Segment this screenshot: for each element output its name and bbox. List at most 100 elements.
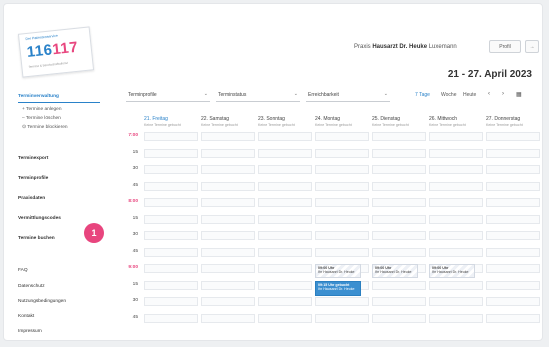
time-slot[interactable]: [429, 313, 483, 323]
time-slot[interactable]: [315, 297, 369, 306]
time-slot[interactable]: [429, 165, 483, 174]
time-slot[interactable]: [201, 313, 255, 323]
time-slot[interactable]: [201, 297, 255, 306]
sidebar-item[interactable]: Terminprofile: [18, 176, 48, 181]
sidebar-item[interactable]: Terminexport: [18, 156, 48, 161]
sidebar-item[interactable]: Impressum: [18, 329, 42, 334]
sidebar-item[interactable]: Praxisdaten: [18, 196, 45, 201]
time-slot[interactable]: [372, 165, 426, 174]
time-slot[interactable]: [201, 247, 255, 257]
day-header[interactable]: 24. Montag Keine Termine gebucht: [315, 116, 371, 127]
time-slot[interactable]: [144, 198, 198, 207]
sidebar-item[interactable]: Datenschutz: [18, 284, 45, 289]
time-slot[interactable]: [258, 313, 312, 323]
day-header[interactable]: 25. Dienstag Keine Termine gebucht: [372, 116, 428, 127]
time-slot[interactable]: [144, 313, 198, 323]
time-slot[interactable]: [429, 148, 483, 158]
sidebar-item[interactable]: + Termine anlegen: [22, 107, 62, 112]
time-slot[interactable]: [201, 264, 255, 273]
day-header[interactable]: 22. Samstag Keine Termine gebucht: [201, 116, 257, 127]
sidebar-item[interactable]: Nutzungsbedingungen: [18, 299, 66, 304]
booked-appointment[interactable]: 09:15 Uhr gebucht Ihr Hausarzt Dr. Heuke: [315, 280, 361, 296]
time-slot[interactable]: [429, 214, 483, 224]
time-slot[interactable]: [201, 181, 255, 191]
time-slot[interactable]: [429, 231, 483, 240]
time-slot[interactable]: [144, 132, 198, 141]
time-slot[interactable]: [315, 181, 369, 191]
time-slot[interactable]: [486, 313, 540, 323]
brand-logo[interactable]: Der Patientenservice 116117 Termine & Be…: [17, 26, 95, 78]
time-slot[interactable]: [486, 132, 540, 141]
time-slot[interactable]: [144, 165, 198, 174]
time-slot[interactable]: [315, 148, 369, 158]
time-slot[interactable]: [372, 280, 426, 290]
time-slot[interactable]: [258, 214, 312, 224]
sidebar-item[interactable]: Terminverwaltung: [18, 94, 59, 99]
time-slot[interactable]: [486, 148, 540, 158]
time-slot[interactable]: [486, 231, 540, 240]
next-week-icon[interactable]: ›: [502, 91, 504, 97]
time-slot[interactable]: [372, 198, 426, 207]
time-slot[interactable]: [258, 247, 312, 257]
view-week[interactable]: Woche: [441, 92, 456, 98]
time-slot[interactable]: [372, 148, 426, 158]
filter-erreichbarkeit[interactable]: Erreichbarkeit ⌄: [306, 88, 390, 102]
sidebar-item[interactable]: FAQ: [18, 268, 28, 273]
time-slot[interactable]: [144, 231, 198, 240]
time-slot[interactable]: [372, 313, 426, 323]
view-today[interactable]: Heute: [463, 92, 476, 98]
time-slot[interactable]: [429, 198, 483, 207]
time-slot[interactable]: [258, 264, 312, 273]
time-slot[interactable]: [144, 297, 198, 306]
appointment-slot[interactable]: 09:00 Uhr Ihr Hausarzt Dr. Heuke: [315, 264, 361, 278]
day-header[interactable]: 27. Donnerstag Keine Termine gebucht: [486, 116, 542, 127]
time-slot[interactable]: [429, 181, 483, 191]
time-slot[interactable]: [258, 148, 312, 158]
time-slot[interactable]: [201, 165, 255, 174]
sidebar-item[interactable]: Kontakt: [18, 314, 34, 319]
time-slot[interactable]: [429, 297, 483, 306]
sidebar-item[interactable]: – Termine löschen: [22, 116, 61, 121]
time-slot[interactable]: [372, 247, 426, 257]
time-slot[interactable]: [486, 214, 540, 224]
sidebar-item[interactable]: Vermittlungscodes: [18, 216, 61, 221]
day-header[interactable]: 26. Mittwoch Keine Termine gebucht: [429, 116, 485, 127]
view-7-days[interactable]: 7 Tage: [415, 92, 430, 98]
time-slot[interactable]: [258, 132, 312, 141]
time-slot[interactable]: [144, 247, 198, 257]
time-slot[interactable]: [372, 132, 426, 141]
filter-terminprofile[interactable]: Terminprofile ⌄: [126, 88, 210, 102]
time-slot[interactable]: [315, 132, 369, 141]
time-slot[interactable]: [315, 198, 369, 207]
time-slot[interactable]: [144, 280, 198, 290]
sidebar-item[interactable]: ⊙ Termine blockieren: [22, 125, 68, 130]
time-slot[interactable]: [315, 313, 369, 323]
time-slot[interactable]: [372, 231, 426, 240]
time-slot[interactable]: [258, 198, 312, 207]
time-slot[interactable]: [315, 214, 369, 224]
prev-week-icon[interactable]: ‹: [488, 91, 490, 97]
time-slot[interactable]: [486, 181, 540, 191]
time-slot[interactable]: [144, 264, 198, 273]
time-slot[interactable]: [429, 132, 483, 141]
time-slot[interactable]: [486, 280, 540, 290]
time-slot[interactable]: [144, 214, 198, 224]
time-slot[interactable]: [258, 231, 312, 240]
time-slot[interactable]: [486, 264, 540, 273]
time-slot[interactable]: [201, 148, 255, 158]
time-slot[interactable]: [201, 231, 255, 240]
filter-terminstatus[interactable]: Terminstatus ⌄: [216, 88, 300, 102]
time-slot[interactable]: [144, 181, 198, 191]
time-slot[interactable]: [144, 148, 198, 158]
time-slot[interactable]: [201, 198, 255, 207]
time-slot[interactable]: [372, 297, 426, 306]
profile-button[interactable]: Profil: [489, 40, 521, 53]
sidebar-item[interactable]: Termine buchen: [18, 236, 55, 241]
time-slot[interactable]: [429, 280, 483, 290]
time-slot[interactable]: [372, 181, 426, 191]
time-slot[interactable]: [201, 280, 255, 290]
day-header[interactable]: 23. Sonntag Keine Termine gebucht: [258, 116, 314, 127]
time-slot[interactable]: [201, 214, 255, 224]
time-slot[interactable]: [315, 165, 369, 174]
time-slot[interactable]: [486, 247, 540, 257]
